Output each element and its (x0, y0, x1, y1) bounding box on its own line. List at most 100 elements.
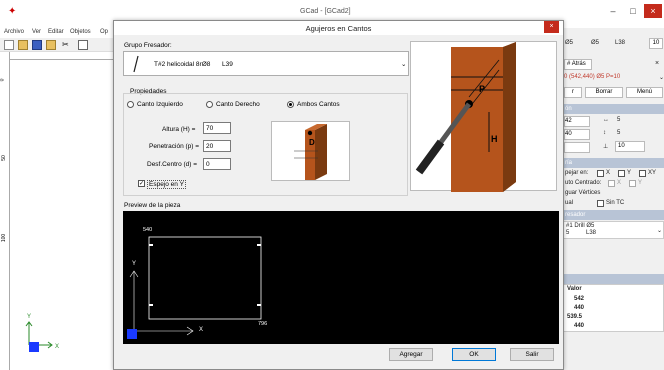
svg-text:Y: Y (27, 314, 31, 320)
fresador-tool: #1 Drill Ø5 (566, 223, 595, 229)
rp-values-header (563, 274, 664, 284)
fresador-val: L38 (586, 230, 597, 236)
menu-op[interactable]: Op (100, 29, 108, 35)
preview-y-axis-label: Y (132, 261, 137, 267)
borrar-button[interactable]: Borrar (585, 87, 623, 98)
agregar-button[interactable]: Agregar (389, 348, 433, 361)
radio-right-edge[interactable] (206, 101, 213, 108)
open-folder-icon[interactable] (18, 40, 28, 50)
tab-marker-icon: # (567, 61, 571, 67)
edge-diagram-small: D (271, 121, 350, 181)
rp-coords: 0 (542,440) Ø5 P=10 (564, 74, 621, 80)
radio-left-edge[interactable] (127, 101, 134, 108)
rp-top-value: Ø5 (565, 40, 574, 46)
radio-both-edges[interactable] (287, 101, 294, 108)
mirror-xy-checkbox[interactable] (639, 170, 646, 177)
cut-icon[interactable]: ✂ (62, 40, 72, 50)
app-logo-icon: ✦ (8, 6, 17, 17)
sin-tc-label: Sin TC (606, 200, 625, 206)
chevron-down-icon[interactable]: ⌄ (659, 74, 664, 81)
copy-icon[interactable] (78, 40, 88, 50)
salir-button[interactable]: Salir (510, 348, 554, 361)
width-arrow-icon: ↔ (603, 117, 609, 123)
vertical-ruler: 0 50 100 (0, 52, 10, 370)
radio-right-edge-label: Canto Derecho (216, 101, 260, 108)
agujeros-en-cantos-dialog: Agujeros en Cantos × Grupo Fresador: T#2… (113, 20, 564, 370)
tool-length: L39 (222, 61, 233, 68)
menu-ver[interactable]: Ver (32, 29, 41, 35)
preview-drawing (127, 236, 262, 339)
valor-item: 440 (574, 305, 585, 311)
p-dimension-label: P (479, 84, 486, 94)
group-label: Grupo Fresador: (124, 42, 172, 49)
save-icon[interactable] (32, 40, 42, 50)
app-close-button[interactable]: × (644, 4, 662, 18)
ruler-mark: 0 (0, 79, 5, 82)
menu-button[interactable]: Menú (626, 87, 663, 98)
center-offset-label: Desf.Centro (d) = (147, 161, 198, 168)
valor-item: 542 (574, 296, 585, 302)
menu-editar[interactable]: Editar (48, 29, 64, 35)
height-input[interactable]: 70 (203, 122, 231, 134)
valor-item: 539.5 (567, 314, 583, 320)
mirror-label: pejar en: (565, 170, 589, 176)
maximize-button[interactable]: □ (624, 4, 642, 18)
tool-group-select[interactable]: T#2 helicoidal 8rØ8 L39 ⌄ (123, 51, 409, 76)
height-arrow-icon: ↕ (603, 130, 606, 136)
center-offset-input[interactable]: 0 (203, 158, 231, 170)
valor-item: 440 (574, 323, 585, 329)
preview-label: Preview de la pieza (124, 202, 181, 209)
rp-top-value: Ø5 (591, 40, 600, 46)
tab-atras[interactable]: # Atrás (564, 59, 592, 70)
rp-field-left[interactable]: 40 (564, 129, 590, 140)
mirror-y-checkbox[interactable]: ✓ (138, 180, 145, 187)
ok-button[interactable]: OK (452, 348, 496, 361)
preview-x-axis-label: X (199, 327, 204, 333)
menu-objetos[interactable]: Objetos (70, 29, 91, 35)
mirror-y-label: Espejo en Y (147, 180, 186, 189)
dialog-title: Agujeros en Cantos (305, 24, 372, 33)
rp-top-input[interactable]: 10 (649, 38, 663, 49)
rp-field-left[interactable] (564, 142, 590, 153)
dialog-titlebar: Agujeros en Cantos × (114, 21, 563, 35)
auto-center-x-checkbox[interactable] (608, 180, 615, 187)
sin-tc-checkbox[interactable] (597, 200, 604, 207)
d-dimension-label: D (309, 138, 315, 147)
open-recent-icon[interactable] (46, 40, 56, 50)
wood-block-small-icon (294, 124, 327, 180)
rp-top-value: L38 (615, 40, 626, 46)
menu-archivo[interactable]: Archivo (4, 29, 24, 35)
tool-name: T#2 helicoidal 8rØ8 (154, 61, 211, 68)
ruler-mark: 50 (0, 155, 7, 161)
fresador-val: 5 (566, 230, 570, 236)
rp-field-right: 5 (617, 117, 621, 123)
panel-close-icon[interactable]: × (655, 60, 659, 67)
fresador-select[interactable]: #1 Drill Ø5 5 L38 ⌄ (563, 221, 664, 239)
rp-field-left[interactable]: 42 (564, 116, 590, 127)
auto-center-label: uto Centrado: (565, 180, 602, 186)
rp-depth-input[interactable]: 10 (615, 141, 645, 152)
chevron-down-icon: ⌄ (401, 61, 407, 68)
rp-field-right: 5 (617, 130, 621, 136)
drilling-illustration: P H (410, 41, 557, 192)
piece-preview-canvas: 540 796 Y X (123, 211, 559, 344)
drill-into-edge-icon (415, 42, 516, 192)
tool-bit-icon (133, 55, 139, 73)
rp-symmetry-header: ría (563, 158, 664, 168)
auto-center-y-label: Y (638, 180, 643, 186)
radio-both-edges-label: Ambos Cantos (297, 101, 340, 108)
rp-small-button[interactable]: r (564, 87, 582, 98)
mirror-x-checkbox[interactable] (597, 170, 604, 177)
auto-center-y-checkbox[interactable] (629, 180, 636, 187)
penetration-input[interactable]: 20 (203, 140, 231, 152)
mirror-y-checkbox[interactable] (618, 170, 625, 177)
new-file-icon[interactable] (4, 40, 14, 50)
drawing-canvas[interactable]: Y X (10, 60, 114, 370)
minimize-button[interactable]: – (604, 4, 622, 18)
rp-section-header: ón (563, 104, 664, 114)
dialog-close-button[interactable]: × (544, 21, 559, 33)
mirror-y-label: Y (627, 170, 632, 176)
ruler-mark: 100 (1, 233, 8, 243)
app-title: GCad - [GCad2] (300, 8, 351, 15)
height-label: Altura (H) = (162, 126, 196, 133)
